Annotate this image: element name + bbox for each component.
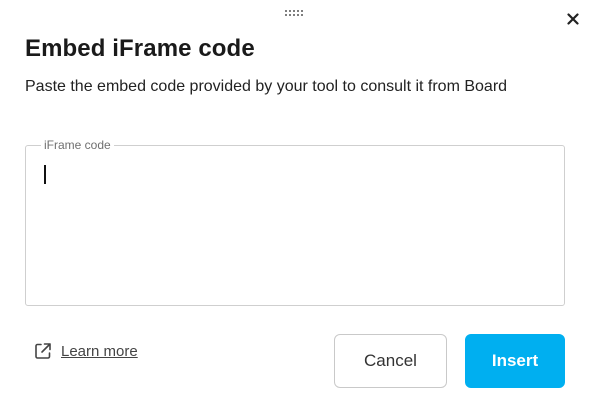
- learn-more-link[interactable]: Learn more: [33, 341, 138, 361]
- close-button[interactable]: [563, 9, 583, 29]
- iframe-code-field: iFrame code: [25, 137, 565, 306]
- close-icon: [567, 13, 579, 25]
- embed-iframe-dialog: Embed iFrame code Paste the embed code p…: [0, 0, 592, 409]
- insert-button[interactable]: Insert: [465, 334, 565, 388]
- external-link-icon: [35, 343, 51, 359]
- drag-handle-icon[interactable]: [285, 10, 307, 17]
- iframe-code-input[interactable]: [26, 146, 564, 305]
- dialog-title: Embed iFrame code: [25, 35, 255, 62]
- learn-more-label: Learn more: [61, 342, 138, 360]
- dialog-description: Paste the embed code provided by your to…: [25, 78, 508, 95]
- text-caret: [44, 165, 46, 184]
- cancel-button[interactable]: Cancel: [334, 334, 447, 388]
